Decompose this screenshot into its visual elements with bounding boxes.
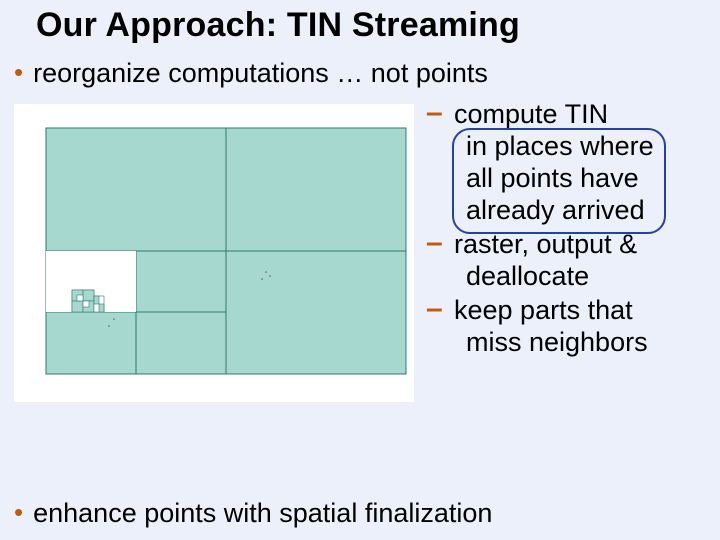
sub3-line2: miss neighbors [466,326,716,358]
bullet-dot-icon: • [14,498,23,526]
slide-title: Our Approach: TIN Streaming [36,6,520,45]
bullet-main-1-text: reorganize computations … not points [33,58,488,89]
sub3-line1: keep parts that [454,294,716,326]
sub2-line2: deallocate [466,260,716,292]
bullet-dot-icon: • [14,58,23,86]
sub1-line3: all points have [466,162,716,194]
sub1-line2: in places where [466,130,716,162]
sub2-line1: raster, output & [454,228,716,260]
bullet-main-1: • reorganize computations … not points [14,58,488,89]
dash-icon: – [426,98,443,128]
sub-bullets-column: – compute TIN in places where all points… [420,98,716,360]
dash-icon: – [426,294,443,324]
bullet-main-2: • enhance points with spatial finalizati… [14,498,492,529]
quadtree-svg [14,104,414,402]
bullet-main-2-text: enhance points with spatial finalization [33,498,492,529]
sub-item-1: – compute TIN in places where all points… [420,98,716,226]
sub1-line4: already arrived [466,194,716,226]
quadtree-figure [14,104,414,402]
sub1-line1: compute TIN [454,98,716,130]
dash-icon: – [426,228,443,258]
sub-item-2: – raster, output & deallocate [420,228,716,292]
sub-item-3: – keep parts that miss neighbors [420,294,716,358]
slide: Our Approach: TIN Streaming • reorganize… [0,0,720,540]
